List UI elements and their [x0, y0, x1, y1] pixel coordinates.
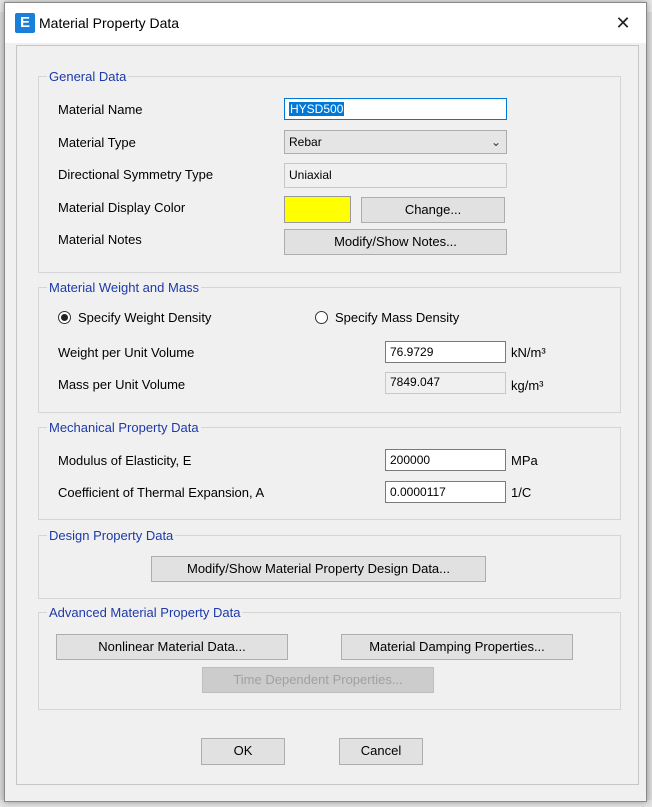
weight-density-radio-label: Specify Weight Density: [78, 310, 212, 325]
radio-selected-icon: [58, 311, 71, 324]
general-data-legend: General Data: [49, 69, 127, 84]
etabs-app-icon: E: [15, 13, 35, 33]
weight-per-volume-label: Weight per Unit Volume: [58, 345, 195, 360]
design-property-legend: Design Property Data: [49, 528, 174, 543]
weight-unit: kN/m³: [511, 345, 546, 360]
weight-per-volume-input[interactable]: 76.9729: [385, 341, 506, 363]
mechanical-property-legend: Mechanical Property Data: [49, 420, 199, 435]
material-type-label: Material Type: [58, 135, 136, 150]
material-type-value: Rebar: [289, 135, 322, 149]
mass-density-radio[interactable]: Specify Mass Density: [315, 310, 459, 325]
mass-unit: kg/m³: [511, 378, 544, 393]
advanced-property-legend: Advanced Material Property Data: [49, 605, 241, 620]
change-color-button[interactable]: Change...: [361, 197, 505, 223]
material-name-input[interactable]: HYSD500: [284, 98, 507, 120]
chevron-down-icon: ⌄: [490, 135, 501, 149]
modulus-elasticity-input[interactable]: 200000: [385, 449, 506, 471]
material-type-dropdown[interactable]: Rebar ⌄: [284, 130, 507, 154]
weight-density-radio[interactable]: Specify Weight Density: [58, 310, 211, 325]
modify-notes-button[interactable]: Modify/Show Notes...: [284, 229, 507, 255]
ok-button[interactable]: OK: [201, 738, 285, 765]
mechanical-property-group: Mechanical Property Data: [38, 420, 621, 520]
nonlinear-data-button[interactable]: Nonlinear Material Data...: [56, 634, 288, 660]
radio-unselected-icon: [315, 311, 328, 324]
mass-per-volume-field: 7849.047: [385, 372, 506, 394]
title-bar: E Material Property Data ✕: [5, 3, 646, 43]
close-button[interactable]: ✕: [600, 3, 646, 43]
cancel-button[interactable]: Cancel: [339, 738, 423, 765]
design-data-button[interactable]: Modify/Show Material Property Design Dat…: [151, 556, 486, 582]
mass-density-radio-label: Specify Mass Density: [335, 310, 460, 325]
thermal-expansion-label: Coefficient of Thermal Expansion, A: [58, 485, 265, 500]
material-property-dialog: E Material Property Data ✕ General Data …: [4, 2, 647, 802]
display-color-swatch[interactable]: [284, 196, 351, 223]
dialog-title: Material Property Data: [39, 15, 180, 31]
damping-properties-button[interactable]: Material Damping Properties...: [341, 634, 573, 660]
thermal-unit: 1/C: [511, 485, 532, 500]
weight-mass-legend: Material Weight and Mass: [49, 280, 200, 295]
material-name-value: HYSD500: [289, 102, 345, 116]
modulus-elasticity-label: Modulus of Elasticity, E: [58, 453, 192, 468]
material-name-label: Material Name: [58, 102, 143, 117]
dialog-body: General Data Material Name HYSD500 Mater…: [16, 45, 639, 785]
thermal-expansion-input[interactable]: 0.0000117: [385, 481, 506, 503]
symmetry-type-field: Uniaxial: [284, 163, 507, 188]
mass-per-volume-label: Mass per Unit Volume: [58, 377, 186, 392]
display-color-label: Material Display Color: [58, 200, 186, 215]
time-dependent-button: Time Dependent Properties...: [202, 667, 434, 693]
symmetry-type-label: Directional Symmetry Type: [58, 167, 214, 182]
material-notes-label: Material Notes: [58, 232, 142, 247]
modulus-unit: MPa: [511, 453, 538, 468]
